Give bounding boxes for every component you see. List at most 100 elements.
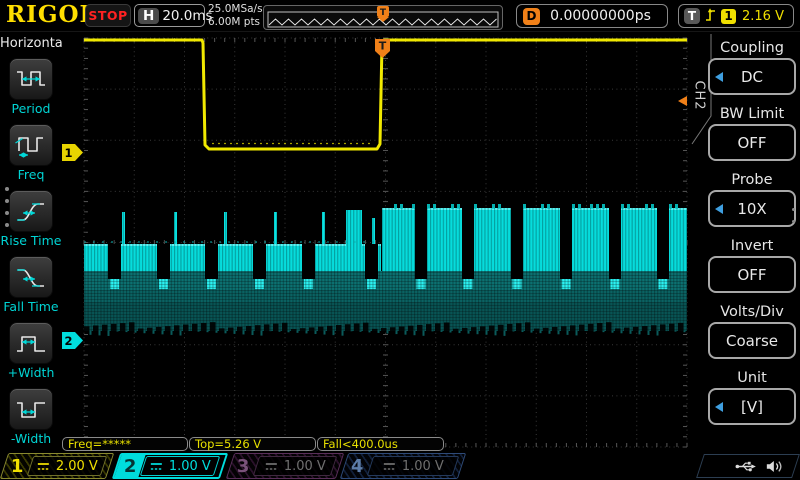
menu-item-value: OFF — [737, 134, 766, 152]
menu-item-title: Unit — [706, 370, 798, 387]
menu-item-coupling[interactable]: CouplingDC — [706, 40, 798, 95]
menu-item-value-box[interactable]: OFF — [708, 124, 796, 161]
measure-menu-title: Horizontal — [0, 36, 62, 51]
measure-button[interactable] — [9, 256, 53, 298]
left-arrow-icon — [715, 402, 723, 412]
channel-scale-value: 1.00 V — [169, 459, 211, 474]
measure-button[interactable] — [9, 124, 53, 166]
menu-item-value-box[interactable]: OFF — [708, 256, 796, 293]
horizontal-timebase-box[interactable]: H 20.0ms — [134, 4, 205, 27]
waveform-display[interactable]: T 1 2 Freq=*****Top=5.26 VFall<400.0us — [62, 32, 688, 452]
channel-number: 3 — [237, 456, 250, 477]
measure-item-period[interactable]: Period — [0, 58, 62, 116]
menu-item-value: 10X — [737, 200, 766, 218]
plus-width-icon — [13, 328, 49, 358]
measure-item-fall-time[interactable]: Fall Time — [0, 256, 62, 314]
channel-scale-box: 1.00 V — [367, 456, 459, 476]
speaker-icon — [766, 460, 783, 473]
measure-button[interactable] — [9, 322, 53, 364]
channel-scale-value: 1.00 V — [402, 459, 444, 474]
measure-item-freq[interactable]: Freq — [0, 124, 62, 182]
trigger-readout[interactable]: T 1 2.16 V — [678, 4, 794, 28]
channel-number: 2 — [124, 456, 137, 477]
measure-item-label: Period — [0, 101, 62, 116]
freq-icon — [13, 130, 49, 160]
measure-button[interactable] — [9, 388, 53, 430]
measurement-slot-3: Fall<400.0us — [317, 437, 444, 451]
run-stop-indicator[interactable]: STOP — [85, 4, 131, 27]
page-indicator-dot — [792, 208, 795, 211]
channel-2-status[interactable]: 2 1.00 V — [112, 453, 228, 479]
menu-item-title: Coupling — [706, 40, 798, 57]
top-bar: RIGOL STOP H 20.0ms 25.0MSa/s 6.00M pts … — [0, 0, 800, 32]
memory-depth: 6.00M pts — [208, 16, 263, 29]
dc-coupling-icon — [265, 462, 278, 471]
measure-item-label: Freq — [0, 167, 62, 182]
channel-4-status[interactable]: 41.00 V — [340, 453, 466, 479]
svg-text:T: T — [380, 8, 387, 18]
menu-item-value-box[interactable]: Coarse — [708, 322, 796, 359]
timebase-value: 20.0ms — [162, 8, 212, 24]
menu-tab-label: CH2 — [692, 72, 707, 120]
measurement-slot-2: Top=5.26 V — [189, 437, 316, 451]
menu-item-invert[interactable]: InvertOFF — [706, 238, 798, 293]
horizontal-label: H — [138, 8, 159, 24]
waveform-preview[interactable]: T — [263, 5, 503, 30]
rise-time-icon — [13, 196, 49, 226]
menu-item-volts-div[interactable]: Volts/DivCoarse — [706, 304, 798, 359]
measure-item-rise-time[interactable]: Rise Time — [0, 190, 62, 248]
measure-item-label: -Width — [0, 431, 62, 446]
delay-label: D — [523, 8, 540, 25]
left-arrow-icon — [715, 204, 723, 214]
measure-item--width[interactable]: -Width — [0, 388, 62, 446]
dc-coupling-icon — [150, 462, 163, 471]
menu-item-title: Probe — [706, 172, 798, 189]
dc-coupling-icon — [383, 462, 396, 471]
page-indicator-dot — [5, 187, 9, 191]
menu-item-title: BW Limit — [706, 106, 798, 123]
menu-item-value-box[interactable]: DC — [708, 58, 796, 95]
delay-readout[interactable]: D 0.00000000ps — [516, 4, 668, 28]
menu-item-bw-limit[interactable]: BW Limit OFF — [706, 106, 798, 161]
channel-scale-box: 2.00 V — [27, 456, 107, 476]
measure-item-label: Fall Time — [0, 299, 62, 314]
measure-button[interactable] — [9, 58, 53, 100]
svg-text:2: 2 — [64, 334, 72, 348]
svg-text:T: T — [379, 40, 387, 53]
menu-item-probe[interactable]: Probe 10X — [706, 172, 798, 227]
channel-3-status[interactable]: 31.00 V — [226, 453, 344, 479]
menu-item-value-box[interactable]: 10X — [708, 190, 796, 227]
preview-wave: T — [264, 6, 502, 29]
trigger-source-badge: 1 — [721, 9, 736, 24]
oscilloscope-screen: RIGOL STOP H 20.0ms 25.0MSa/s 6.00M pts … — [0, 0, 800, 480]
period-icon — [13, 64, 49, 94]
menu-item-unit[interactable]: Unit[V] — [706, 370, 798, 425]
trigger-level-value: 2.16 V — [742, 9, 784, 24]
channel-number: 1 — [11, 456, 24, 477]
page-indicator-dot — [5, 211, 9, 215]
page-indicator-dot — [792, 220, 795, 223]
channel-scale-value: 2.00 V — [56, 459, 98, 474]
rigol-logo: RIGOL — [6, 1, 97, 28]
menu-item-value-box[interactable]: [V] — [708, 388, 796, 425]
menu-item-title: Invert — [706, 238, 798, 255]
graticule-and-traces: T 1 2 — [62, 32, 688, 452]
svg-text:1: 1 — [64, 146, 72, 160]
channel-1-status[interactable]: 1 2.00 V — [0, 453, 114, 479]
page-indicator-dot — [5, 223, 9, 227]
measure-button[interactable] — [9, 190, 53, 232]
left-arrow-icon — [715, 72, 723, 82]
dc-coupling-icon — [37, 462, 50, 471]
channel-menu: CH2 CouplingDCBW LimitOFFProbe10XInvertO… — [688, 32, 800, 452]
usb-icon — [735, 460, 757, 473]
channel-scale-box: 1.00 V — [140, 456, 220, 476]
rising-edge-icon — [704, 6, 717, 27]
page-indicator-dot — [5, 199, 9, 203]
measure-item-label: +Width — [0, 365, 62, 380]
menu-item-value: Coarse — [726, 332, 778, 350]
delay-value: 0.00000000ps — [546, 8, 667, 24]
channel-status-bar: 12.00 V21.00 V31.00 V41.00 V — [0, 452, 800, 480]
measurement-slot-1: Freq=***** — [62, 437, 188, 451]
measure-item--width[interactable]: +Width — [0, 322, 62, 380]
minus-width-icon — [13, 394, 49, 424]
